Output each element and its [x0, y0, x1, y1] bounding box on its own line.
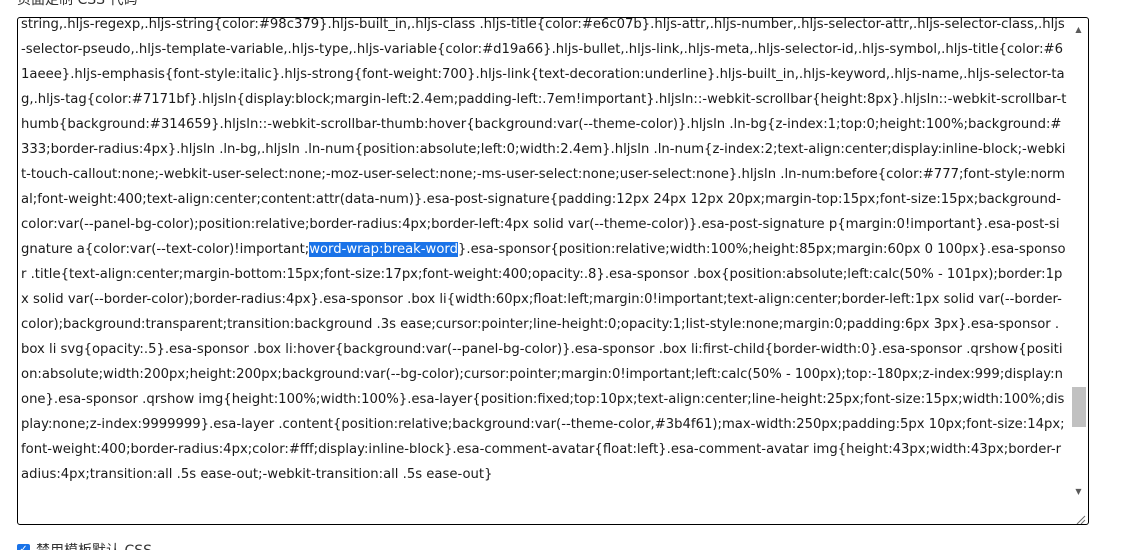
custom-css-textarea[interactable]: string,.hljs-regexp,.hljs-string{color:#…: [17, 17, 1089, 525]
vertical-scrollbar[interactable]: ▲ ▼: [1070, 19, 1087, 505]
scroll-down-arrow-icon[interactable]: ▼: [1070, 483, 1087, 500]
scrollbar-thumb[interactable]: [1072, 387, 1086, 427]
disable-default-css-row[interactable]: ✓ 禁用模板默认 CSS: [17, 540, 152, 550]
css-text-after-selection: }.esa-sponsor{position:relative;width:10…: [21, 242, 1066, 482]
scroll-up-arrow-icon[interactable]: ▲: [1070, 21, 1087, 38]
checkmark-icon: ✓: [19, 544, 28, 550]
resize-grip-icon[interactable]: [1074, 510, 1086, 524]
page: 页面定制 CSS 代码 string,.hljs-regexp,.hljs-st…: [0, 0, 1141, 550]
checkbox-label: 禁用模板默认 CSS: [36, 540, 152, 550]
css-field-label: 页面定制 CSS 代码: [17, 0, 138, 8]
disable-default-css-checkbox[interactable]: ✓: [17, 543, 30, 550]
selected-text: word-wrap:break-word: [309, 242, 458, 257]
css-code-text[interactable]: string,.hljs-regexp,.hljs-string{color:#…: [21, 17, 1067, 487]
css-text-before-selection: string,.hljs-regexp,.hljs-string{color:#…: [21, 17, 1067, 257]
